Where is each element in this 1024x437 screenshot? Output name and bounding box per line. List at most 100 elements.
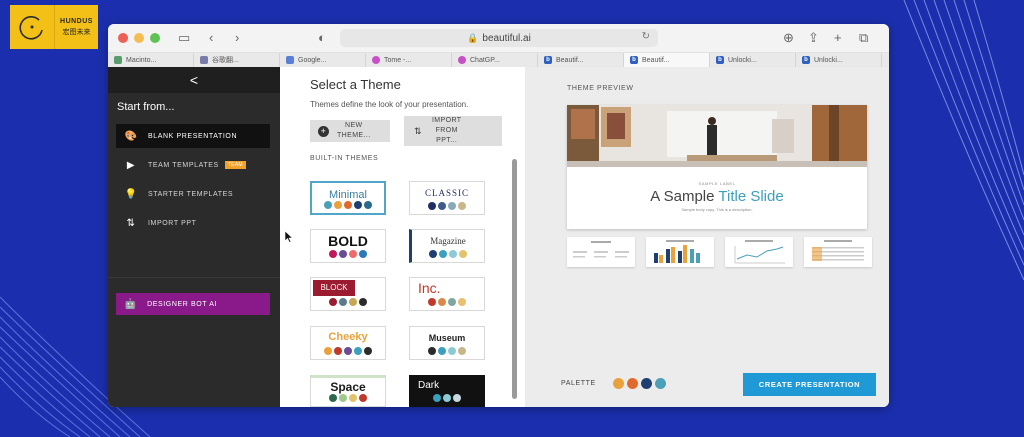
- theme-name: BLOCK: [313, 280, 355, 296]
- plus-icon: +: [318, 125, 329, 137]
- theme-card-minimal[interactable]: Minimal: [310, 181, 386, 215]
- forward-arrow-icon[interactable]: ›: [235, 30, 239, 46]
- built-in-themes-heading: BUILT-IN THEMES: [310, 155, 379, 162]
- lock-icon: 🔒: [467, 32, 479, 43]
- tab-bar: Macinto... 谷歌翻... Google... Tome -... Ch…: [108, 53, 889, 68]
- back-button[interactable]: <: [108, 67, 280, 93]
- designer-bot-label: DESIGNER BOT AI: [147, 300, 218, 308]
- palette-swatch[interactable]: [627, 378, 638, 389]
- close-window-button[interactable]: [118, 33, 128, 43]
- reload-icon[interactable]: ↻: [642, 31, 650, 42]
- theme-card-bold[interactable]: BOLD: [310, 229, 386, 263]
- theme-card-inc[interactable]: Inc.: [409, 277, 485, 311]
- theme-name: BOLD: [328, 233, 368, 249]
- window-controls: [118, 33, 160, 43]
- tab-favicon-icon: b: [716, 56, 724, 64]
- tab-favicon-icon: [372, 56, 380, 64]
- tab-7[interactable]: b Unlocki...: [710, 53, 796, 67]
- theme-card-magazine[interactable]: Magazine: [409, 229, 485, 263]
- palette-swatch[interactable]: [655, 378, 666, 389]
- theme-card-dark[interactable]: Dark: [409, 375, 485, 407]
- import-from-ppt-label: IMPORT FROM PPT...: [431, 117, 462, 144]
- theme-card-classic[interactable]: CLASSIC: [409, 181, 485, 215]
- theme-preview-label: THEME PREVIEW: [567, 85, 634, 92]
- import-ppt-button[interactable]: ⇅ IMPORT PPT: [116, 211, 270, 235]
- theme-selector-panel: Select a Theme Themes define the look of…: [280, 67, 525, 407]
- tab-6-active[interactable]: b Beautif...: [624, 53, 710, 67]
- new-theme-button[interactable]: + NEW THEME...: [310, 120, 390, 142]
- import-icon: ⇅: [126, 217, 136, 229]
- create-presentation-button[interactable]: CREATE PRESENTATION: [743, 373, 876, 396]
- tab-favicon-icon: [458, 56, 466, 64]
- tab-label: ChatGP...: [470, 56, 500, 64]
- sidebar-toggle-icon[interactable]: ▭: [178, 30, 190, 46]
- tab-2[interactable]: Google...: [280, 53, 366, 67]
- logo-text: HUNDUS 宏图未来: [54, 5, 98, 49]
- tab-overview-icon[interactable]: ⧉: [859, 30, 868, 46]
- palette-label: PALETTE: [561, 380, 596, 387]
- theme-name: Minimal: [329, 189, 367, 201]
- slide-title-part-b: Title Slide: [718, 188, 784, 205]
- select-theme-subtitle: Themes define the look of your presentat…: [310, 100, 469, 109]
- theme-name: Inc.: [418, 280, 441, 296]
- tab-4[interactable]: ChatGP...: [452, 53, 538, 67]
- blank-presentation-label: BLANK PRESENTATION: [148, 132, 238, 140]
- theme-name: Magazine: [430, 236, 466, 246]
- palette-swatch[interactable]: [641, 378, 652, 389]
- maximize-window-button[interactable]: [150, 33, 160, 43]
- shield-icon[interactable]: ◐: [318, 30, 326, 46]
- theme-swatches: [311, 347, 385, 355]
- tab-favicon-icon: [114, 56, 122, 64]
- tab-3[interactable]: Tome -...: [366, 53, 452, 67]
- tab-label: Unlocki...: [728, 56, 757, 64]
- theme-name: Dark: [418, 380, 440, 391]
- browser-toolbar: ▭ ‹ › ◐ 🔒 beautiful.ai ↻ ⊕ ⇪ + ⧉: [108, 24, 889, 53]
- theme-card-museum[interactable]: Museum: [409, 326, 485, 360]
- tab-label: Macinto...: [126, 56, 157, 64]
- tab-5[interactable]: b Beautif...: [538, 53, 624, 67]
- theme-swatches: [410, 298, 484, 306]
- minimize-window-button[interactable]: [134, 33, 144, 43]
- palette-swatch[interactable]: [613, 378, 624, 389]
- download-icon[interactable]: ⊕: [783, 30, 794, 46]
- start-sidebar: < Start from... 🎨 BLANK PRESENTATION ▶ T…: [108, 67, 280, 407]
- preview-thumbnail-3[interactable]: [725, 237, 793, 267]
- start-from-heading: Start from...: [117, 101, 175, 113]
- slide-small-label: SAMPLE LABEL: [698, 181, 736, 186]
- starter-templates-button[interactable]: 💡 STARTER TEMPLATES: [116, 182, 270, 206]
- url-text: beautiful.ai: [482, 32, 531, 44]
- theme-list-scrollbar[interactable]: [512, 159, 517, 399]
- tab-1[interactable]: 谷歌翻...: [194, 53, 280, 67]
- palette-swatches[interactable]: [613, 378, 666, 389]
- preview-thumbnail-2[interactable]: [646, 237, 714, 267]
- new-tab-icon[interactable]: +: [834, 30, 842, 46]
- tab-label: Beautif...: [556, 56, 584, 64]
- theme-swatches: [410, 394, 484, 402]
- import-from-ppt-button[interactable]: ⇅ IMPORT FROM PPT...: [404, 116, 502, 146]
- theme-swatches: [311, 298, 385, 306]
- share-icon[interactable]: ⇪: [808, 30, 819, 46]
- address-bar[interactable]: 🔒 beautiful.ai ↻: [340, 29, 658, 47]
- theme-name: Space: [330, 380, 366, 394]
- theme-card-space[interactable]: Space: [310, 375, 386, 407]
- blank-presentation-button[interactable]: 🎨 BLANK PRESENTATION: [116, 124, 270, 148]
- robot-icon: 🤖: [124, 298, 138, 310]
- slide-photo: [567, 105, 867, 167]
- app-content: < Start from... 🎨 BLANK PRESENTATION ▶ T…: [108, 67, 889, 407]
- starter-templates-label: STARTER TEMPLATES: [148, 190, 234, 198]
- tab-8[interactable]: b Unlocki...: [796, 53, 882, 67]
- slide-title: A Sample Title Slide: [567, 188, 867, 205]
- theme-card-block[interactable]: BLOCK: [310, 277, 386, 311]
- tab-label: Unlocki...: [814, 56, 843, 64]
- theme-name: CLASSIC: [424, 188, 469, 198]
- team-templates-button[interactable]: ▶ TEAM TEMPLATES TEAM: [116, 153, 270, 177]
- preview-thumbnail-4[interactable]: [804, 237, 872, 267]
- back-arrow-icon[interactable]: ‹: [209, 30, 213, 46]
- preview-thumbnail-1[interactable]: [567, 237, 635, 267]
- tab-0[interactable]: Macinto...: [108, 53, 194, 67]
- theme-swatches: [311, 394, 385, 402]
- tab-favicon-icon: [200, 56, 208, 64]
- theme-name: Cheeky: [328, 331, 368, 343]
- designer-bot-button[interactable]: 🤖 DESIGNER BOT AI: [116, 293, 270, 315]
- theme-card-cheeky[interactable]: Cheeky: [310, 326, 386, 360]
